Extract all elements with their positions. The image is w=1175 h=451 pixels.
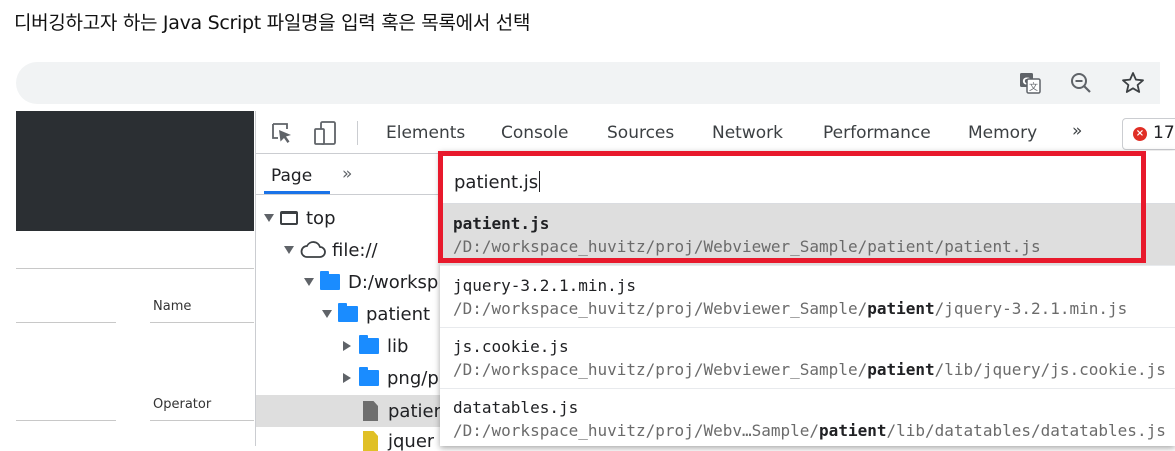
operator-field-underline xyxy=(150,420,254,421)
bookmark-star-icon[interactable] xyxy=(1118,68,1148,98)
tree-item-label: jquer xyxy=(388,431,435,451)
tree-item-top[interactable]: top xyxy=(264,202,336,234)
quick-open-result[interactable]: jquery-3.2.1.min.js /D:/workspace_huvitz… xyxy=(440,266,1175,328)
tab-network[interactable]: Network xyxy=(712,123,783,143)
collapse-arrow-icon xyxy=(343,341,351,351)
zoom-out-icon[interactable] xyxy=(1066,68,1096,98)
folder-icon xyxy=(359,335,379,354)
tree-item-label: png/p xyxy=(387,367,439,389)
more-tabs-button[interactable]: » xyxy=(1072,121,1082,141)
error-icon: × xyxy=(1133,127,1147,141)
field-label-name: Name xyxy=(153,299,192,314)
tree-item-jquery-file[interactable]: jquer xyxy=(363,427,434,451)
result-file-name: jquery-3.2.1.min.js xyxy=(453,276,637,295)
quick-open-input[interactable]: patient.js xyxy=(440,151,1175,204)
expand-arrow-icon xyxy=(304,278,314,286)
result-file-path: /D:/workspace_huvitz/proj/Webv…Sample/pa… xyxy=(453,421,1166,440)
result-file-path: /D:/workspace_huvitz/proj/Webviewer_Samp… xyxy=(453,299,1128,318)
result-file-name: patient.js xyxy=(453,214,550,233)
tree-item-label: patient xyxy=(366,303,431,325)
tab-elements[interactable]: Elements xyxy=(386,123,465,143)
divider xyxy=(16,268,254,269)
devtools-toolbar: Elements Console Sources Network Perform… xyxy=(256,111,1175,154)
name-field-underline-left xyxy=(16,322,116,323)
active-tab-indicator xyxy=(264,191,330,194)
tree-item-label: patien xyxy=(388,400,445,422)
tree-item-lib-folder[interactable]: lib xyxy=(343,330,408,362)
frame-icon xyxy=(280,211,298,225)
folder-icon xyxy=(359,367,379,386)
result-file-path: /D:/workspace_huvitz/proj/Webviewer_Samp… xyxy=(453,360,1166,379)
tree-item-label: lib xyxy=(387,335,409,357)
expand-arrow-icon xyxy=(322,310,332,318)
tree-item-label: top xyxy=(306,207,336,229)
quick-open-result[interactable]: datatables.js /D:/workspace_huvitz/proj/… xyxy=(440,388,1175,449)
tab-console[interactable]: Console xyxy=(501,123,569,143)
result-file-name: js.cookie.js xyxy=(453,337,569,356)
folder-icon xyxy=(320,271,340,290)
tree-item-label: file:// xyxy=(332,239,378,261)
inspect-element-icon[interactable] xyxy=(270,121,294,149)
toolbar-separator xyxy=(357,121,358,145)
tree-item-png-folder[interactable]: png/p xyxy=(343,362,439,394)
tree-item-workspace-folder[interactable]: D:/worksp xyxy=(304,266,438,298)
device-toolbar-icon[interactable] xyxy=(313,120,339,150)
operator-field-underline-left xyxy=(16,420,116,421)
js-file-icon xyxy=(363,431,378,451)
name-field-underline xyxy=(150,322,254,323)
quick-open-result[interactable]: js.cookie.js /D:/workspace_huvitz/proj/W… xyxy=(440,327,1175,389)
page-header xyxy=(16,111,254,231)
tree-item-patient-file[interactable]: patien xyxy=(256,395,446,427)
tab-sources[interactable]: Sources xyxy=(607,123,674,143)
quick-open-input-value[interactable]: patient.js xyxy=(454,171,541,193)
instruction-caption: 디버깅하고자 하는 Java Script 파일명을 입력 혹은 목록에서 선택 xyxy=(14,12,531,34)
result-file-path: /D:/workspace_huvitz/proj/Webviewer_Samp… xyxy=(453,237,1041,256)
quick-open-dialog: patient.js patient.js /D:/workspace_huvi… xyxy=(440,151,1175,446)
page-content xyxy=(16,231,254,446)
tree-item-patient-folder[interactable]: patient xyxy=(322,298,430,330)
error-count: 17 xyxy=(1153,123,1175,143)
expand-arrow-icon xyxy=(284,246,294,254)
tree-item-file-origin[interactable]: file:// xyxy=(284,234,378,266)
address-bar[interactable] xyxy=(16,62,1160,104)
translate-icon[interactable]: G 文 xyxy=(1015,68,1045,98)
text-caret xyxy=(539,171,541,192)
result-file-name: datatables.js xyxy=(453,398,579,417)
quick-open-result[interactable]: patient.js /D:/workspace_huvitz/proj/Web… xyxy=(440,204,1175,266)
svg-text:文: 文 xyxy=(1029,81,1038,93)
folder-icon xyxy=(338,303,358,322)
tab-page[interactable]: Page xyxy=(271,166,312,186)
tab-memory[interactable]: Memory xyxy=(968,123,1037,143)
error-count-badge[interactable]: × 17 xyxy=(1122,118,1175,150)
tab-performance[interactable]: Performance xyxy=(823,123,931,143)
file-icon xyxy=(363,401,378,421)
collapse-arrow-icon xyxy=(343,373,351,383)
field-label-operator: Operator xyxy=(153,397,212,412)
sources-navigator: Page » top file:// D:/worksp patient lib… xyxy=(256,154,447,451)
cloud-icon xyxy=(300,241,326,259)
tree-item-label: D:/worksp xyxy=(348,271,439,293)
navigator-tabs: Page » xyxy=(256,154,446,195)
expand-arrow-icon xyxy=(264,214,274,222)
navigator-more-button[interactable]: » xyxy=(342,164,352,184)
